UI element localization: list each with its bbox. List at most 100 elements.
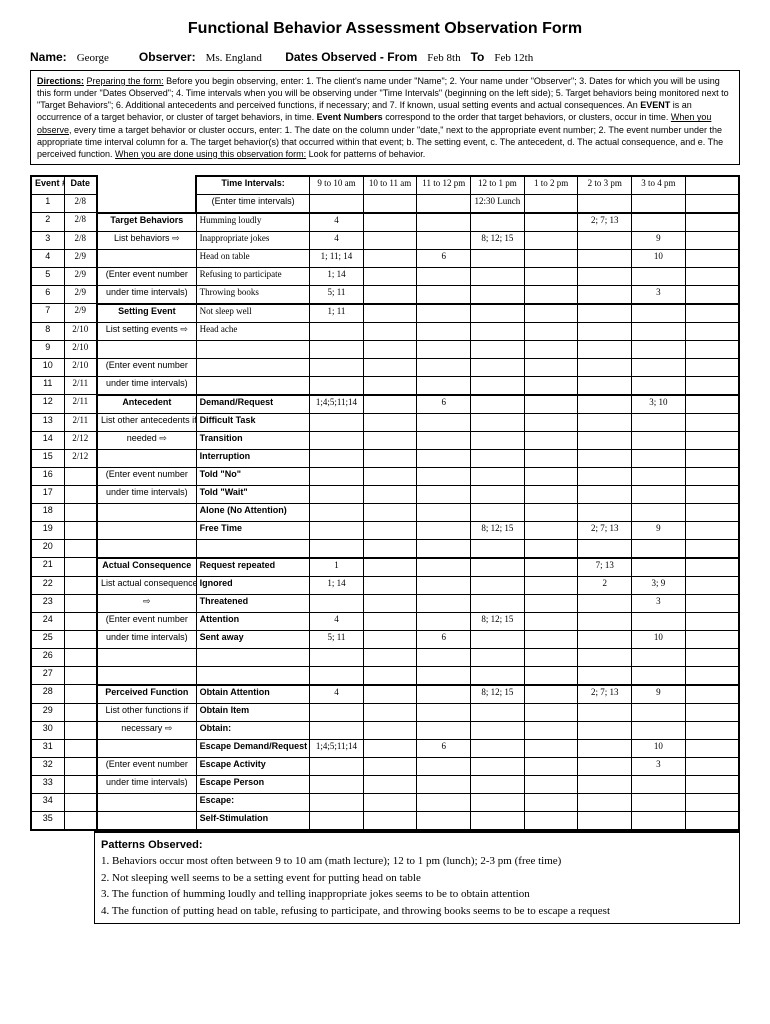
cell[interactable] <box>363 739 417 757</box>
cell[interactable] <box>578 304 632 323</box>
cell[interactable] <box>578 322 632 340</box>
row-desc[interactable]: Told "Wait" <box>196 485 310 503</box>
cell[interactable] <box>685 267 739 285</box>
cell[interactable] <box>685 811 739 830</box>
cell[interactable] <box>632 648 686 666</box>
cell[interactable] <box>578 467 632 485</box>
cell[interactable] <box>417 521 471 539</box>
cell[interactable] <box>632 467 686 485</box>
cell[interactable] <box>524 358 578 376</box>
row-desc[interactable]: Attention <box>196 612 310 630</box>
cell[interactable] <box>417 467 471 485</box>
cell[interactable] <box>524 666 578 685</box>
row-desc[interactable]: Refusing to participate <box>196 267 310 285</box>
cell[interactable] <box>524 612 578 630</box>
event-date-29[interactable] <box>64 703 97 721</box>
cell[interactable] <box>685 431 739 449</box>
cell[interactable]: 2 <box>578 576 632 594</box>
cell[interactable] <box>471 358 525 376</box>
cell[interactable] <box>685 594 739 612</box>
cell[interactable] <box>685 685 739 704</box>
event-date-25[interactable] <box>64 630 97 648</box>
cell[interactable] <box>578 431 632 449</box>
cell[interactable]: 2; 7; 13 <box>578 685 632 704</box>
cell[interactable] <box>471 811 525 830</box>
cell[interactable] <box>363 666 417 685</box>
cell[interactable] <box>363 358 417 376</box>
event-date-8[interactable]: 2/10 <box>64 322 97 340</box>
event-date-6[interactable]: 2/9 <box>64 285 97 304</box>
row-desc[interactable]: Free Time <box>196 521 310 539</box>
cell[interactable] <box>632 376 686 395</box>
cell[interactable] <box>363 775 417 793</box>
event-date-24[interactable] <box>64 612 97 630</box>
event-date-2[interactable]: 2/8 <box>64 213 97 232</box>
cell[interactable] <box>417 285 471 304</box>
cell[interactable] <box>363 376 417 395</box>
cell[interactable] <box>632 612 686 630</box>
cell[interactable] <box>417 231 471 249</box>
cell[interactable]: 9 <box>632 231 686 249</box>
cell[interactable] <box>471 539 525 558</box>
cell[interactable] <box>417 775 471 793</box>
cell[interactable] <box>685 249 739 267</box>
event-date-26[interactable] <box>64 648 97 666</box>
cell[interactable] <box>685 285 739 304</box>
row-desc[interactable]: Obtain Item <box>196 703 310 721</box>
cell[interactable] <box>578 485 632 503</box>
event-date-12[interactable]: 2/11 <box>64 395 97 414</box>
event-date-3[interactable]: 2/8 <box>64 231 97 249</box>
cell[interactable] <box>524 285 578 304</box>
cell[interactable] <box>363 285 417 304</box>
cell[interactable] <box>417 703 471 721</box>
interval-sub-0[interactable] <box>310 194 364 213</box>
event-date-16[interactable] <box>64 467 97 485</box>
event-date-19[interactable] <box>64 521 97 539</box>
event-date-7[interactable]: 2/9 <box>64 304 97 323</box>
cell[interactable] <box>578 630 632 648</box>
row-desc[interactable]: Escape Activity <box>196 757 310 775</box>
cell[interactable] <box>578 231 632 249</box>
event-date-35[interactable] <box>64 811 97 830</box>
cell[interactable]: 3 <box>632 285 686 304</box>
event-date-33[interactable] <box>64 775 97 793</box>
cell[interactable] <box>524 793 578 811</box>
cell[interactable] <box>524 231 578 249</box>
cell[interactable] <box>578 249 632 267</box>
cell[interactable] <box>632 721 686 739</box>
cell[interactable] <box>363 539 417 558</box>
cell[interactable] <box>685 413 739 431</box>
cell[interactable] <box>578 395 632 414</box>
event-date-14[interactable]: 2/12 <box>64 431 97 449</box>
cell[interactable] <box>471 467 525 485</box>
cell[interactable] <box>685 576 739 594</box>
cell[interactable] <box>578 285 632 304</box>
cell[interactable] <box>685 539 739 558</box>
row-desc[interactable]: Request repeated <box>196 558 310 577</box>
cell[interactable] <box>685 739 739 757</box>
cell[interactable] <box>417 648 471 666</box>
cell[interactable] <box>578 721 632 739</box>
interval-sub-5[interactable] <box>578 194 632 213</box>
cell[interactable]: 4 <box>310 612 364 630</box>
cell[interactable] <box>524 775 578 793</box>
cell[interactable] <box>310 413 364 431</box>
row-desc[interactable]: Ignored <box>196 576 310 594</box>
cell[interactable] <box>417 576 471 594</box>
cell[interactable] <box>578 811 632 830</box>
cell[interactable] <box>417 376 471 395</box>
cell[interactable] <box>363 413 417 431</box>
cell[interactable] <box>578 612 632 630</box>
cell[interactable] <box>578 413 632 431</box>
cell[interactable] <box>471 739 525 757</box>
cell[interactable]: 3 <box>632 757 686 775</box>
cell[interactable] <box>310 666 364 685</box>
interval-7[interactable] <box>685 176 739 195</box>
cell[interactable]: 9 <box>632 685 686 704</box>
row-desc[interactable]: Sent away <box>196 630 310 648</box>
row-desc[interactable]: Escape Demand/Request <box>196 739 310 757</box>
cell[interactable] <box>471 413 525 431</box>
cell[interactable] <box>363 703 417 721</box>
cell[interactable] <box>524 449 578 467</box>
row-desc[interactable]: Demand/Request <box>196 395 310 414</box>
